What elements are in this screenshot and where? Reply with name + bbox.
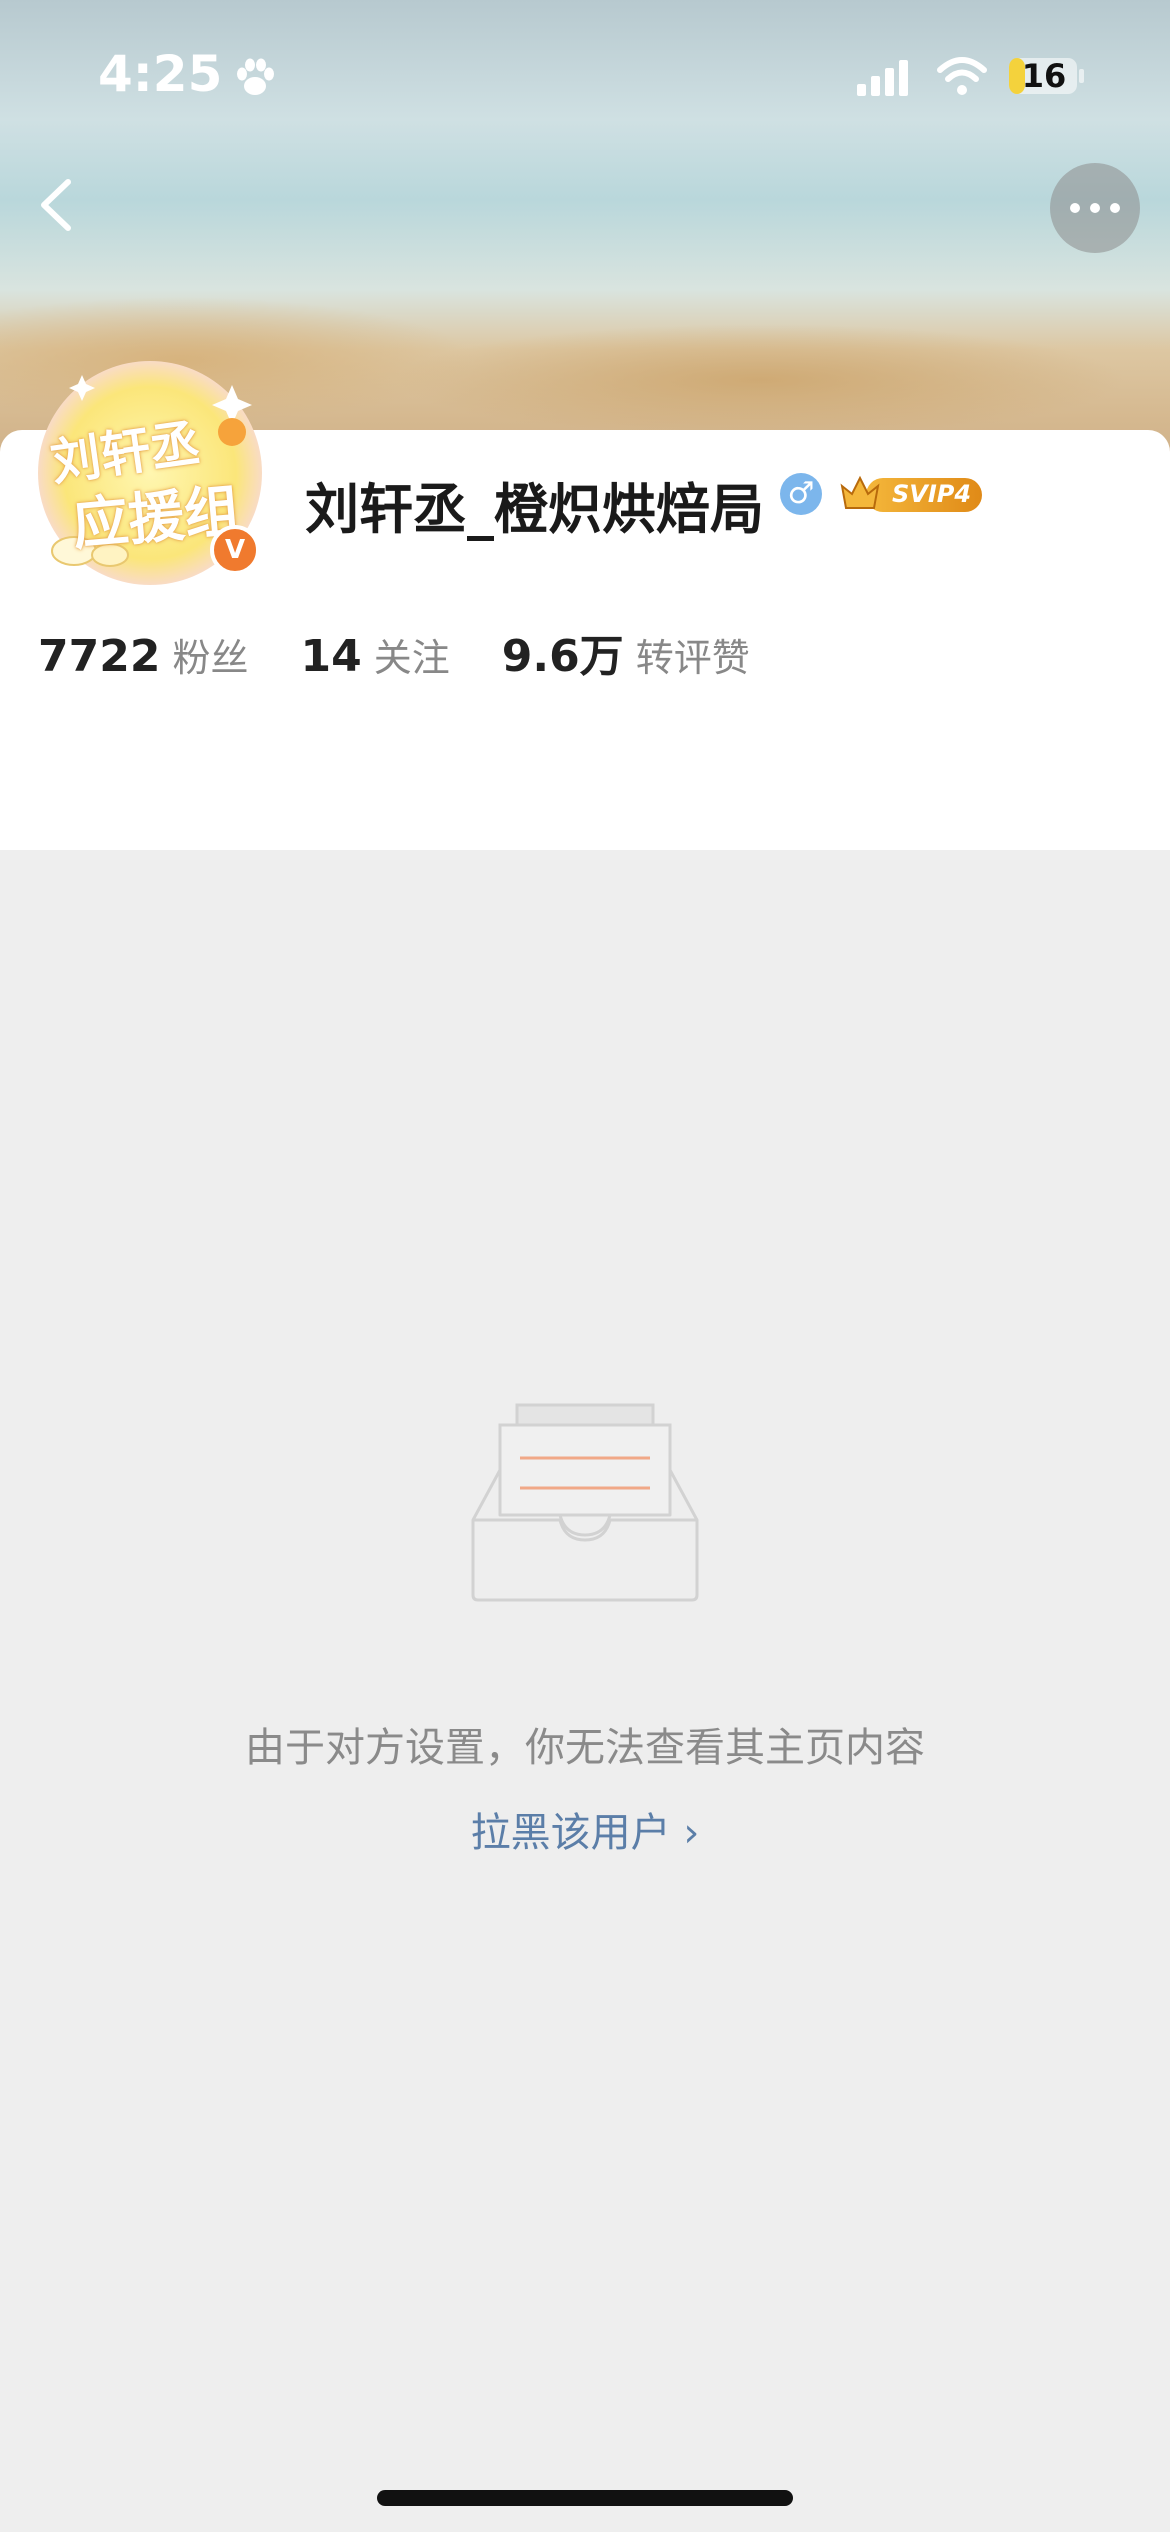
paw-icon (237, 58, 274, 95)
more-icon[interactable] (1050, 163, 1140, 253)
vip-label: SVIP4 (892, 480, 972, 508)
reposts-likes-label: 转评赞 (635, 636, 750, 680)
reposts-likes-count: 9.6万 (501, 631, 624, 682)
inbox-illustration (471, 1403, 699, 1602)
following-label[interactable]: 关注 (374, 627, 450, 682)
male-icon: ♂ (780, 473, 822, 515)
restricted-notice: 由于对方设置，你无法查看其主页内容 (245, 1725, 925, 1771)
back-icon[interactable] (30, 170, 90, 240)
wifi-icon (937, 57, 987, 95)
gender-symbol: ♂ (787, 476, 815, 511)
battery-level: 16 (1021, 57, 1067, 95)
profile-name: 刘轩丞_橙炽烘焙局 (305, 478, 764, 541)
signal-icon (857, 60, 908, 96)
followers-label[interactable]: 粉丝 (172, 627, 248, 682)
battery-icon: 16 (1008, 56, 1086, 96)
status-time: 4:25 (98, 45, 223, 103)
stats-row: 7722 粉丝 14 关注 9.6万 转评赞 (38, 620, 802, 682)
home-indicator[interactable] (377, 2490, 793, 2506)
following-count[interactable]: 14 (300, 631, 361, 682)
avatar[interactable]: 刘轩丞 应援组 V (32, 355, 272, 585)
verified-badge: V (210, 525, 260, 575)
vip-badge[interactable]: SVIP4 (838, 468, 986, 520)
block-user-link[interactable]: 拉黑该用户 › (0, 1800, 1170, 1858)
verified-mark: V (224, 535, 246, 565)
status-bar: 4:25 16 (0, 0, 1170, 150)
followers-count[interactable]: 7722 (38, 631, 160, 682)
